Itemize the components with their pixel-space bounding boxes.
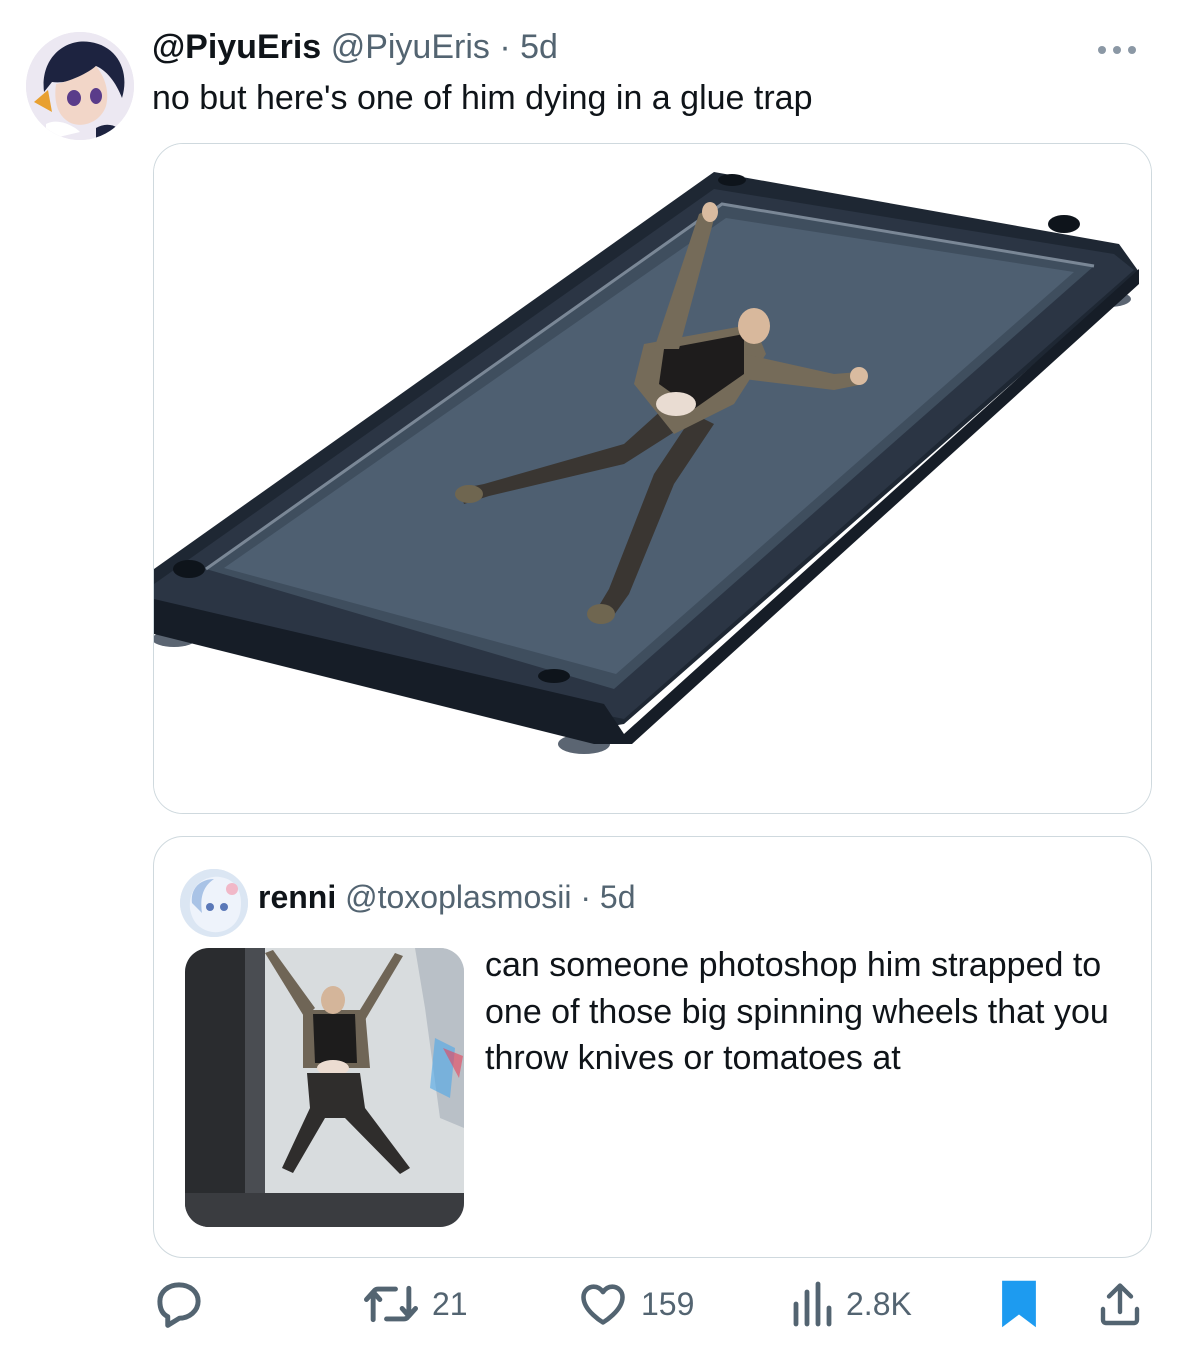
quoted-tweet[interactable]: renni @toxoplasmosii · 5d can someone ph…: [153, 836, 1152, 1258]
view-count: 2.8K: [846, 1285, 912, 1322]
like-button[interactable]: 159: [577, 1272, 694, 1336]
more-icon[interactable]: [1098, 40, 1146, 60]
bookmark-button[interactable]: [1000, 1272, 1038, 1336]
views-icon: [793, 1281, 832, 1327]
reply-button[interactable]: [152, 1272, 206, 1336]
share-icon: [1100, 1283, 1140, 1326]
quoted-media-thumbnail[interactable]: [185, 948, 464, 1227]
author-display-name[interactable]: @PiyuEris: [152, 28, 321, 66]
bookmark-icon: [1002, 1280, 1036, 1328]
retweet-icon: [364, 1285, 418, 1323]
share-button[interactable]: [1096, 1272, 1144, 1336]
author-avatar[interactable]: [26, 32, 134, 140]
views-button[interactable]: 2.8K: [790, 1272, 912, 1336]
quoted-separator-dot: ·: [580, 879, 592, 915]
quoted-author-avatar[interactable]: [180, 869, 248, 937]
retweet-count: 21: [432, 1285, 468, 1322]
quoted-tweet-text: can someone photoshop him strapped to on…: [485, 946, 1109, 1077]
like-icon: [581, 1284, 625, 1325]
tweet-action-bar: 21 159 2.8K: [0, 1272, 1179, 1336]
tweet-timestamp[interactable]: 5d: [520, 28, 558, 66]
quoted-display-name[interactable]: renni: [258, 879, 336, 915]
quoted-handle[interactable]: @toxoplasmosii: [345, 879, 571, 915]
quoted-tweet-header: renni @toxoplasmosii · 5d: [258, 877, 636, 917]
like-count: 159: [641, 1285, 695, 1322]
author-handle[interactable]: @PiyuEris: [331, 28, 490, 66]
tweet-media-image[interactable]: [153, 143, 1152, 814]
retweet-button[interactable]: 21: [362, 1272, 468, 1336]
tweet-text: no but here's one of him dying in a glue…: [152, 79, 813, 117]
quoted-timestamp[interactable]: 5d: [600, 879, 636, 915]
reply-icon: [157, 1282, 201, 1328]
separator-dot: ·: [499, 28, 511, 66]
tweet-header: @PiyuEris @PiyuEris · 5d: [152, 26, 558, 68]
